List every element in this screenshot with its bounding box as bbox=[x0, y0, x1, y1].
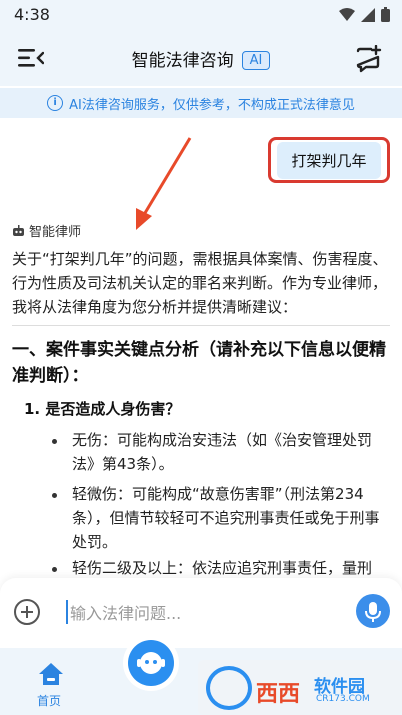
robot-icon bbox=[13, 224, 24, 236]
question-input[interactable]: 输入法律问题... bbox=[66, 600, 181, 624]
status-icons bbox=[339, 7, 390, 22]
agent-label: 智能律师 bbox=[12, 221, 81, 240]
tab-home[interactable]: 首页 bbox=[37, 692, 61, 709]
info-icon: i bbox=[47, 95, 64, 111]
bullet-dot bbox=[52, 439, 57, 444]
chat-input-bar: 输入法律问题... bbox=[0, 578, 402, 648]
bullet-item: 无伤：可能构成治安违法（如《治安管理处罚法》第43条）。 bbox=[72, 431, 373, 473]
disclaimer-text: AI法律咨询服务，仅供参考，不构成正式法律意见 bbox=[69, 97, 355, 113]
bullet-item: 轻微伤：可能构成“故意伤害罪”（刑法第234条），但情节较轻可不追究刑事责任或免… bbox=[72, 485, 380, 551]
signal-icon bbox=[361, 7, 375, 22]
home-icon[interactable] bbox=[38, 662, 64, 686]
bullet-dot bbox=[52, 567, 57, 572]
user-message-bubble: 打架判几年 bbox=[268, 137, 390, 183]
page-title: 智能法律咨询 AI bbox=[0, 46, 402, 71]
divider bbox=[12, 325, 390, 326]
new-chat-icon[interactable] bbox=[354, 45, 382, 73]
title-text: 智能法律咨询 bbox=[131, 51, 234, 71]
watermark-emblem-icon bbox=[206, 666, 252, 710]
app-header: 智能法律咨询 AI bbox=[0, 30, 402, 86]
microphone-icon[interactable] bbox=[356, 594, 390, 628]
agent-intro: 关于“打架判几年”的问题，需根据具体案情、伤害程度、行为性质及司法机关认定的罪名… bbox=[12, 250, 388, 316]
disclaimer-banner: i AI法律咨询服务，仅供参考，不构成正式法律意见 bbox=[0, 88, 402, 118]
assistant-center-button[interactable] bbox=[128, 640, 174, 686]
status-bar: 4:38 bbox=[0, 0, 402, 30]
watermark-domain: CR173.COM bbox=[316, 694, 370, 704]
bullet-item: 轻伤二级及以上：依法应追究刑事责任，量刑 bbox=[72, 559, 373, 577]
status-time: 4:38 bbox=[14, 5, 50, 24]
user-message-text: 打架判几年 bbox=[277, 141, 381, 179]
agent-name: 智能律师 bbox=[29, 225, 82, 240]
add-attachment-icon[interactable] bbox=[14, 599, 40, 625]
watermark-brand: 西西 bbox=[256, 682, 301, 707]
item-heading: 1. 是否造成人身伤害？ bbox=[24, 400, 181, 418]
watermark-logo: 西西 软件园 CR173.COM bbox=[198, 660, 402, 715]
battery-icon bbox=[381, 7, 390, 22]
section-heading: 一、案件事实关键点分析（请补充以下信息以便精准判断）： bbox=[12, 340, 386, 386]
bullet-dot bbox=[52, 493, 57, 498]
wifi-icon bbox=[339, 7, 355, 21]
ai-badge: AI bbox=[241, 51, 271, 70]
